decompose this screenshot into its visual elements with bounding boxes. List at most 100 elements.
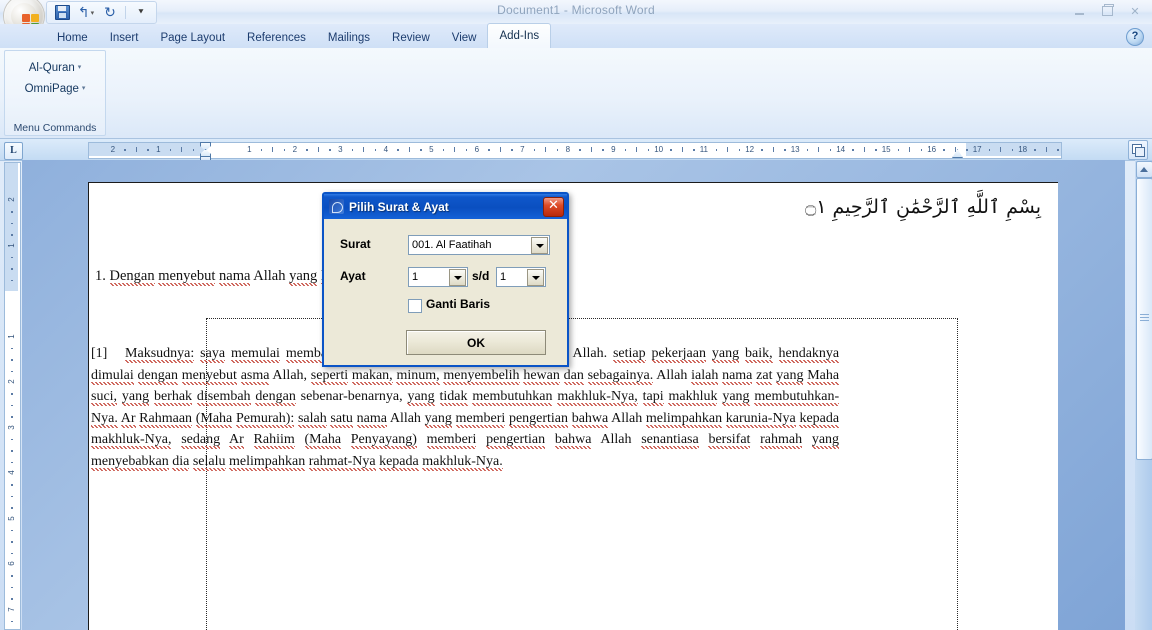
close-button[interactable]: ✕ bbox=[1122, 2, 1148, 20]
menu-command-al-quran-label: Al-Quran bbox=[28, 62, 75, 74]
scrollbar-thumb[interactable] bbox=[1136, 178, 1152, 460]
pilih-surat-ayat-dialog[interactable]: Pilih Surat & Ayat ✕ Surat 001. Al Faati… bbox=[322, 192, 569, 367]
chevron-down-icon: ▾ bbox=[81, 85, 86, 92]
ruler-tick-label: 4 bbox=[383, 145, 389, 154]
dialog-close-button[interactable]: ✕ bbox=[543, 197, 564, 217]
vruler-minor-tick bbox=[11, 393, 13, 395]
menu-command-omnipage-label: OmniPage bbox=[24, 83, 79, 95]
ruler-tick-label: 14 bbox=[836, 145, 846, 154]
vruler-tick-label: 2 bbox=[7, 197, 16, 202]
window-title: Document1 - Microsoft Word bbox=[497, 3, 655, 17]
ruler-tick-label: 6 bbox=[474, 145, 480, 154]
ruler-minor-tick bbox=[636, 147, 638, 152]
ribbon-tab-strip: Home Insert Page Layout References Maili… bbox=[0, 23, 1152, 48]
ruler-minor-tick bbox=[852, 149, 854, 151]
ruler-minor-tick bbox=[488, 149, 490, 151]
ruler-minor-tick bbox=[454, 147, 456, 152]
chevron-down-icon[interactable] bbox=[527, 269, 544, 286]
quran-app-icon bbox=[329, 199, 344, 214]
chevron-down-icon[interactable] bbox=[531, 237, 548, 254]
surat-selected-value: 001. Al Faatihah bbox=[412, 239, 492, 251]
tab-page-layout[interactable]: Page Layout bbox=[149, 28, 236, 48]
view-ruler-toggle[interactable] bbox=[1128, 140, 1148, 160]
menu-command-omnipage[interactable]: OmniPage ▾ bbox=[5, 83, 105, 95]
ruler-tick-label: 3 bbox=[338, 145, 343, 154]
vruler-minor-tick bbox=[11, 438, 13, 441]
range-separator-label: s/d bbox=[472, 269, 490, 283]
ruler-minor-tick bbox=[465, 149, 468, 151]
ruler-minor-tick bbox=[761, 149, 763, 151]
right-indent-marker[interactable] bbox=[952, 149, 963, 158]
vruler-minor-tick bbox=[11, 450, 13, 452]
vruler-minor-tick bbox=[11, 575, 13, 577]
ruler-minor-tick bbox=[181, 147, 183, 152]
vruler-tick-label: 1 bbox=[7, 333, 16, 339]
surat-select[interactable]: 001. Al Faatihah bbox=[408, 235, 550, 255]
vertical-ruler[interactable]: 2 1 1 2 3 4 5 6 7 bbox=[4, 162, 21, 630]
ruler-tick-label: 7 bbox=[520, 145, 525, 154]
ruler-minor-tick bbox=[545, 147, 547, 152]
ruler-tick-label: 10 bbox=[654, 145, 664, 154]
scroll-up-button[interactable] bbox=[1136, 161, 1152, 178]
document-page[interactable]: بِسْمِ ٱللَّهِ ٱلرَّحْمَٰنِ ٱلرَّحِيمِ ۝… bbox=[88, 182, 1058, 630]
vruler-minor-tick bbox=[11, 586, 13, 589]
ruler-minor-tick bbox=[897, 149, 900, 151]
ruler-minor-tick bbox=[556, 149, 559, 151]
ribbon-panel: Al-Quran ▾ OmniPage ▾ Menu Commands bbox=[0, 48, 1152, 139]
ruler-minor-tick bbox=[681, 147, 683, 152]
ruler-minor-tick bbox=[1057, 149, 1059, 151]
tab-add-ins[interactable]: Add-Ins bbox=[487, 23, 552, 48]
tab-stop-selector[interactable]: L bbox=[4, 142, 23, 160]
vruler-minor-tick bbox=[11, 461, 13, 464]
menu-commands-group: Al-Quran ▾ OmniPage ▾ Menu Commands bbox=[4, 50, 106, 136]
ruler-minor-tick bbox=[670, 149, 672, 151]
scrollbar-grip-icon bbox=[1140, 314, 1149, 321]
vruler-minor-tick bbox=[11, 529, 13, 532]
ruler-minor-tick bbox=[329, 149, 331, 151]
ayat-from-select[interactable]: 1 bbox=[408, 267, 468, 287]
ruler-tick-label: 5 bbox=[429, 145, 434, 154]
ruler-tick-label: 13 bbox=[790, 145, 800, 154]
ruler-minor-tick bbox=[374, 149, 377, 151]
vruler-minor-tick bbox=[11, 268, 13, 270]
tab-review[interactable]: Review bbox=[381, 28, 441, 48]
ruler-tick-label: 18 bbox=[1018, 145, 1028, 154]
vruler-tick-label: 5 bbox=[7, 515, 16, 521]
vruler-minor-tick bbox=[11, 620, 13, 623]
tab-insert[interactable]: Insert bbox=[99, 28, 150, 48]
ruler-minor-tick bbox=[647, 149, 650, 151]
menu-command-al-quran[interactable]: Al-Quran ▾ bbox=[5, 62, 105, 74]
ruler-minor-tick bbox=[272, 147, 274, 152]
ruler-minor-tick bbox=[920, 149, 923, 151]
tab-references[interactable]: References bbox=[236, 28, 317, 48]
ruler-minor-tick bbox=[818, 147, 820, 152]
ayat-to-select[interactable]: 1 bbox=[496, 267, 546, 287]
ganti-baris-checkbox[interactable] bbox=[408, 299, 422, 313]
vertical-scrollbar[interactable] bbox=[1135, 160, 1152, 630]
tab-view[interactable]: View bbox=[441, 28, 488, 48]
ruler-minor-tick bbox=[715, 149, 718, 151]
document-canvas[interactable]: بِسْمِ ٱللَّهِ ٱلرَّحْمَٰنِ ٱلرَّحِيمِ ۝… bbox=[22, 160, 1125, 630]
ruler-minor-tick bbox=[806, 149, 809, 151]
title-bar: ↰ ▾ ↻ ⯆ Document1 - Microsoft Word ✕ bbox=[0, 0, 1152, 36]
vruler-minor-tick bbox=[11, 359, 13, 361]
tab-mailings[interactable]: Mailings bbox=[317, 28, 381, 48]
help-icon[interactable]: ? bbox=[1126, 28, 1144, 46]
chevron-down-icon[interactable] bbox=[449, 269, 466, 286]
restore-button[interactable] bbox=[1094, 2, 1120, 20]
ruler-minor-tick bbox=[533, 149, 536, 151]
ruler-minor-tick bbox=[738, 149, 741, 151]
vruler-minor-tick bbox=[11, 416, 13, 418]
ruler-minor-tick bbox=[317, 147, 319, 152]
ruler-minor-tick bbox=[954, 147, 956, 152]
vruler-tick-label: 7 bbox=[7, 606, 16, 612]
tab-home[interactable]: Home bbox=[46, 28, 99, 48]
ruler-minor-tick bbox=[351, 149, 354, 151]
dialog-title-bar[interactable]: Pilih Surat & Ayat ✕ bbox=[324, 194, 567, 219]
minimize-button[interactable] bbox=[1066, 2, 1092, 20]
ruler-minor-tick bbox=[499, 147, 501, 152]
horizontal-ruler[interactable]: 2 1 1 2 3 4 5 6 7 8 9 10 11 12 13 14 15 16 17 18 bbox=[88, 142, 1062, 162]
ok-button[interactable]: OK bbox=[406, 330, 546, 355]
ruler-minor-tick bbox=[1000, 147, 1002, 152]
vruler-minor-tick bbox=[11, 279, 13, 282]
